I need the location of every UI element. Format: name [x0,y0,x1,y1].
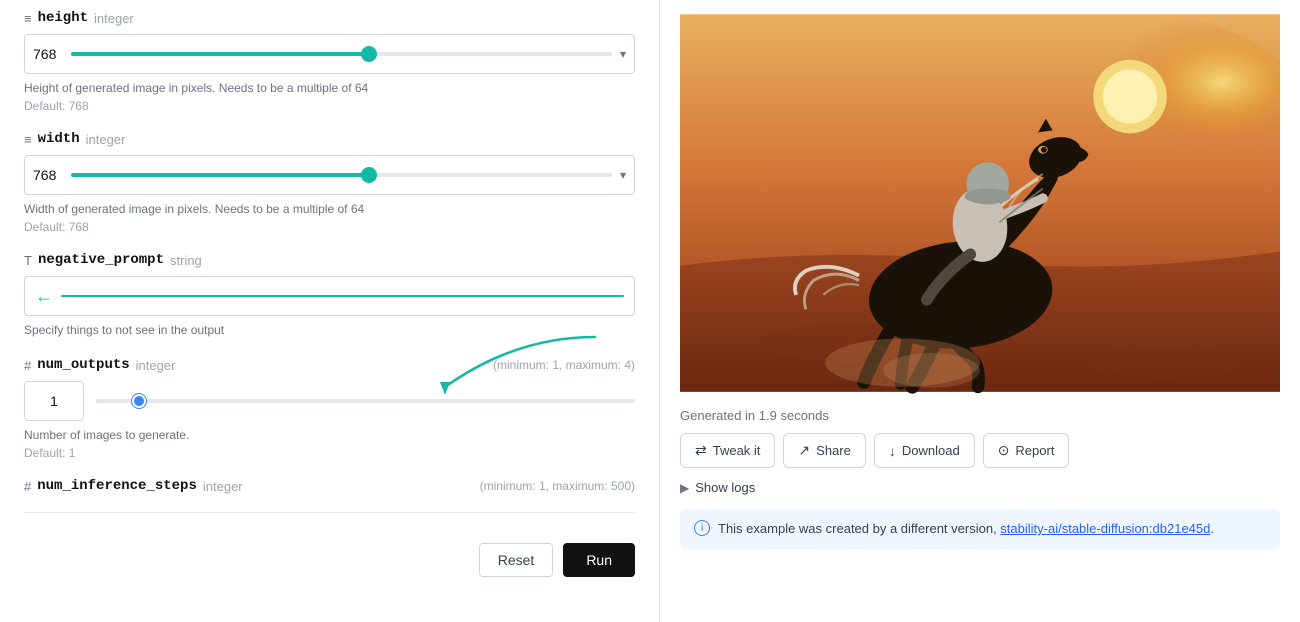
show-logs-row[interactable]: ▶ Show logs [680,480,1280,495]
tweak-icon: ⇄ [695,442,707,459]
num-inference-steps-type-tag: integer [203,479,243,494]
height-field-block: ≡ height integer 768 ▾ Height of generat… [24,10,635,113]
height-label-row: ≡ height integer [24,10,635,26]
reset-button[interactable]: Reset [479,543,554,577]
num-inference-steps-label-row: # num_inference_steps integer (minimum: … [24,478,635,494]
bottom-divider [24,512,635,513]
info-text-suffix: . [1210,521,1214,536]
download-label: Download [902,443,960,458]
report-button[interactable]: ⊙ Report [983,433,1070,468]
negative-prompt-input-container[interactable]: ← [24,276,635,316]
tweak-it-button[interactable]: ⇄ Tweak it [680,433,775,468]
width-description: Width of generated image in pixels. Need… [24,200,635,218]
share-icon: ↗ [798,442,810,459]
negative-prompt-field-block: T negative_prompt string ← Specify thing… [24,252,635,339]
height-type-tag: integer [94,11,134,26]
width-label-row: ≡ width integer [24,131,635,147]
right-panel: Generated in 1.9 seconds ⇄ Tweak it ↗ Sh… [660,0,1300,622]
width-type-icon: ≡ [24,132,32,147]
info-box: i This example was created by a differen… [680,509,1280,549]
show-logs-label: Show logs [695,480,755,495]
num-outputs-input[interactable]: 1 [24,381,84,421]
width-slider-thumb[interactable] [361,167,377,183]
width-field-name: width [38,131,80,147]
report-label: Report [1015,443,1054,458]
generated-time: Generated in 1.9 seconds [680,408,1280,423]
info-icon: i [694,520,710,536]
num-outputs-description: Number of images to generate. [24,426,635,444]
num-outputs-type-icon: # [24,358,31,373]
tweak-it-label: Tweak it [713,443,761,458]
width-slider-fill [71,173,369,177]
height-type-icon: ≡ [24,11,32,26]
negative-prompt-field-name: negative_prompt [38,252,164,268]
report-icon: ⊙ [998,442,1010,459]
width-slider-container[interactable]: 768 ▾ [24,155,635,195]
num-outputs-field-name: num_outputs [37,357,129,373]
num-outputs-type-tag: integer [136,358,176,373]
num-outputs-slider-thumb[interactable] [132,394,146,408]
num-inference-steps-field-name: num_inference_steps [37,478,197,494]
num-outputs-field-block: # num_outputs integer (minimum: 1, maxim… [24,357,635,460]
action-buttons-row: ⇄ Tweak it ↗ Share ↓ Download ⊙ Report [680,433,1280,468]
info-text-prefix: This example was created by a different … [718,521,1000,536]
negative-prompt-type-icon: T [24,253,32,268]
run-button[interactable]: Run [563,543,635,577]
height-description: Height of generated image in pixels. Nee… [24,79,635,97]
width-default: Default: 768 [24,220,635,234]
negative-prompt-arrow-icon: ← [35,286,53,307]
bottom-buttons-row: Reset Run [24,533,635,577]
share-button[interactable]: ↗ Share [783,433,865,468]
num-inference-steps-range-hint: (minimum: 1, maximum: 500) [480,479,635,493]
num-outputs-slider-track[interactable] [96,399,635,403]
num-outputs-value: 1 [50,393,58,409]
height-chevron-icon[interactable]: ▾ [620,47,626,61]
negative-prompt-description: Specify things to not see in the output [24,321,635,339]
num-inference-steps-field-block: # num_inference_steps integer (minimum: … [24,478,635,494]
width-type-tag: integer [86,132,126,147]
num-outputs-row: 1 [24,381,635,421]
height-slider-container[interactable]: 768 ▾ [24,34,635,74]
num-inference-steps-type-icon: # [24,479,31,494]
height-slider-thumb[interactable] [361,46,377,62]
num-outputs-range-hint: (minimum: 1, maximum: 4) [493,358,635,372]
download-icon: ↓ [889,443,896,459]
num-outputs-label-row: # num_outputs integer (minimum: 1, maxim… [24,357,635,373]
negative-prompt-type-tag: string [170,253,202,268]
width-field-block: ≡ width integer 768 ▾ Width of generated… [24,131,635,234]
negative-prompt-label-row: T negative_prompt string [24,252,635,268]
height-default: Default: 768 [24,99,635,113]
num-outputs-default: Default: 1 [24,446,635,460]
height-slider-fill [71,52,369,56]
height-field-name: height [38,10,88,26]
width-slider-track[interactable] [71,173,612,177]
generated-image [680,8,1280,398]
horse-image-svg [680,8,1280,398]
info-text: This example was created by a different … [718,519,1214,539]
download-button[interactable]: ↓ Download [874,433,975,468]
width-value: 768 [33,167,63,183]
left-panel: ≡ height integer 768 ▾ Height of generat… [0,0,660,622]
height-slider-track[interactable] [71,52,612,56]
negative-prompt-line [61,295,624,297]
share-label: Share [816,443,851,458]
height-value: 768 [33,46,63,62]
width-chevron-icon[interactable]: ▾ [620,168,626,182]
show-logs-chevron-icon: ▶ [680,481,689,495]
info-version-link[interactable]: stability-ai/stable-diffusion:db21e45d [1000,521,1210,536]
